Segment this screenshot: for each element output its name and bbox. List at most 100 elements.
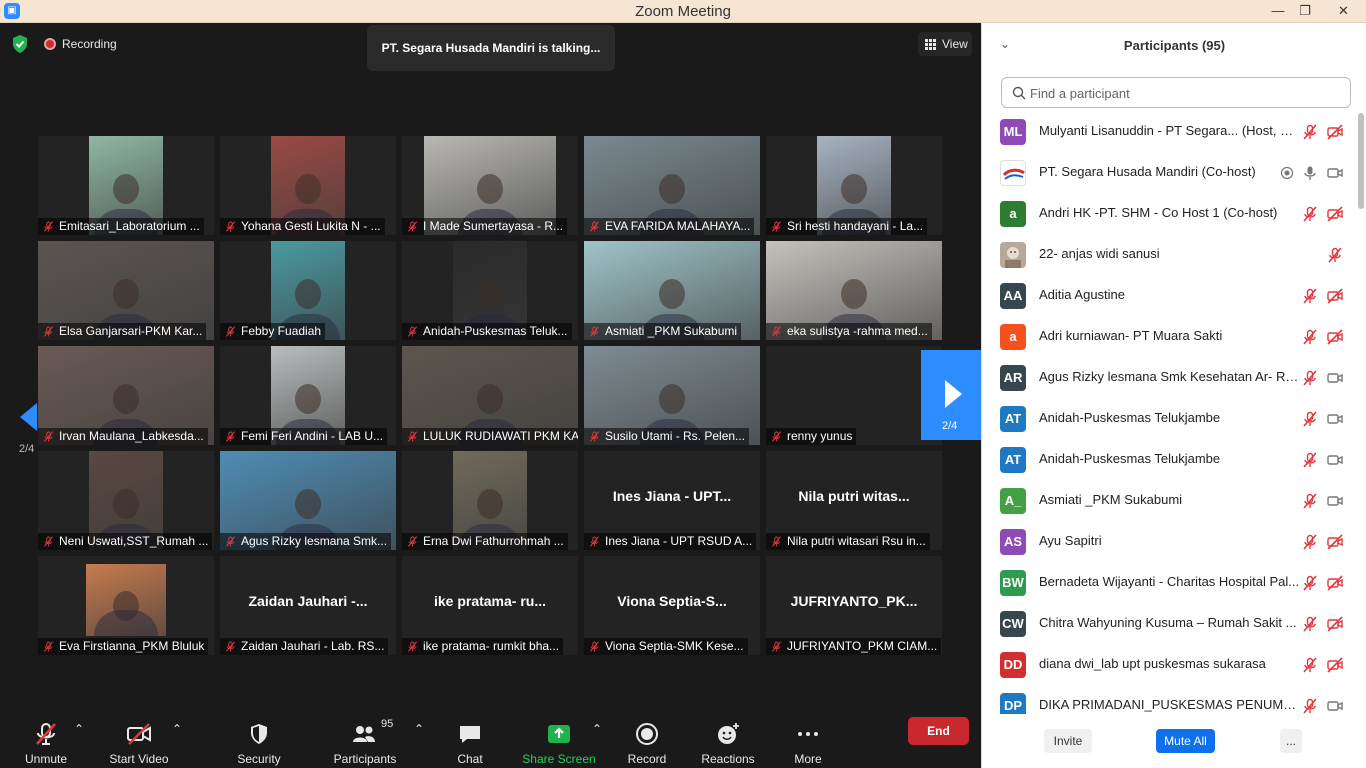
video-camera-icon[interactable] bbox=[1327, 452, 1343, 468]
video-tile[interactable]: Asmiati _PKM Sukabumi bbox=[584, 241, 760, 340]
more-button[interactable]: More bbox=[784, 718, 832, 766]
share-screen-button[interactable]: Share Screen bbox=[520, 718, 598, 766]
share-options-caret[interactable]: ⌃ bbox=[592, 722, 602, 768]
microphone-muted-icon[interactable] bbox=[1302, 657, 1318, 673]
maximize-button[interactable]: ❐ bbox=[1290, 0, 1320, 22]
participant-row[interactable]: AR Agus Rizky lesmana Smk Kesehatan Ar- R… bbox=[982, 357, 1354, 398]
security-button[interactable]: Security bbox=[228, 718, 290, 766]
video-camera-off-icon[interactable] bbox=[1327, 206, 1343, 222]
participant-row[interactable]: DD diana dwi_lab upt puskesmas sukarasa bbox=[982, 644, 1354, 685]
video-tile[interactable]: Erna Dwi Fathurrohmah ... bbox=[402, 451, 578, 550]
mute-all-button[interactable]: Mute All bbox=[1156, 729, 1215, 753]
minimize-button[interactable]: — bbox=[1263, 0, 1293, 22]
video-tile[interactable]: Viona Septia-S... Viona Septia-SMK Kese..… bbox=[584, 556, 760, 655]
participant-row[interactable]: AA Aditia Agustine bbox=[982, 275, 1354, 316]
participant-row[interactable]: ML Mulyanti Lisanuddin - PT Segara... (Ho… bbox=[982, 111, 1354, 152]
participant-row[interactable]: CW Chitra Wahyuning Kusuma – Rumah Sakit … bbox=[982, 603, 1354, 644]
video-camera-off-icon[interactable] bbox=[1327, 534, 1343, 550]
microphone-muted-icon[interactable] bbox=[1302, 370, 1318, 386]
video-tile[interactable]: Neni Uswati,SST_Rumah ... bbox=[38, 451, 214, 550]
video-camera-off-icon[interactable] bbox=[1327, 616, 1343, 632]
video-camera-icon[interactable] bbox=[1327, 165, 1343, 181]
start-video-button[interactable]: Start Video bbox=[104, 718, 174, 766]
participant-row[interactable]: A_ Asmiati _PKM Sukabumi bbox=[982, 480, 1354, 521]
video-camera-off-icon[interactable] bbox=[1327, 329, 1343, 345]
video-tile[interactable]: Susilo Utami - Rs. Pelen... bbox=[584, 346, 760, 445]
participant-row[interactable]: PT. Segara Husada Mandiri (Co-host) bbox=[982, 152, 1354, 193]
participant-row[interactable]: AS Ayu Sapitri bbox=[982, 521, 1354, 562]
microphone-muted-icon[interactable] bbox=[1302, 493, 1318, 509]
video-camera-off-icon[interactable] bbox=[1327, 575, 1343, 591]
view-label: View bbox=[942, 37, 968, 51]
video-camera-off-icon[interactable] bbox=[1327, 288, 1343, 304]
video-camera-icon[interactable] bbox=[1327, 698, 1343, 714]
unmute-button[interactable]: Unmute bbox=[14, 718, 78, 766]
participant-row[interactable]: AT Anidah-Puskesmas Telukjambe bbox=[982, 439, 1354, 480]
previous-page-button[interactable]: 2/4 bbox=[10, 373, 50, 463]
video-tile[interactable]: renny yunus bbox=[766, 346, 942, 445]
video-tile[interactable]: Febby Fuadiah bbox=[220, 241, 396, 340]
participant-row[interactable]: 22- anjas widi sanusi bbox=[982, 234, 1354, 275]
video-tile[interactable]: Anidah-Puskesmas Teluk... bbox=[402, 241, 578, 340]
microphone-muted-icon[interactable] bbox=[1302, 575, 1318, 591]
participant-list-scrollbar[interactable] bbox=[1357, 111, 1365, 711]
participant-row[interactable]: a Andri HK -PT. SHM - Co Host 1 (Co-host) bbox=[982, 193, 1354, 234]
video-tile[interactable]: eka sulistya -rahma med... bbox=[766, 241, 942, 340]
panel-more-button[interactable]: ... bbox=[1280, 729, 1302, 753]
participant-row[interactable]: DP DIKA PRIMADANI_PUSKESMAS PENUMPIN... bbox=[982, 685, 1354, 714]
video-tile[interactable]: Irvan Maulana_Labkesda... bbox=[38, 346, 214, 445]
participants-button[interactable]: 95 Participants bbox=[328, 718, 402, 766]
record-button[interactable]: Record bbox=[620, 718, 674, 766]
video-tile[interactable]: Agus Rizky lesmana Smk... bbox=[220, 451, 396, 550]
video-tile[interactable]: EVA FARIDA MALAHAYA... bbox=[584, 136, 760, 235]
participant-row[interactable]: AT Anidah-Puskesmas Telukjambe bbox=[982, 398, 1354, 439]
microphone-muted-icon[interactable] bbox=[1302, 698, 1318, 714]
video-tile[interactable]: Ines Jiana - UPT... Ines Jiana - UPT RSUD… bbox=[584, 451, 760, 550]
microphone-muted-icon[interactable] bbox=[1302, 124, 1318, 140]
invite-button[interactable]: Invite bbox=[1044, 729, 1092, 753]
shield-icon[interactable] bbox=[11, 34, 29, 54]
microphone-muted-icon[interactable] bbox=[1302, 206, 1318, 222]
microphone-muted-icon[interactable] bbox=[1302, 534, 1318, 550]
microphone-muted-icon[interactable] bbox=[1302, 411, 1318, 427]
microphone-muted-icon[interactable] bbox=[1302, 616, 1318, 632]
share-screen-label: Share Screen bbox=[522, 752, 596, 766]
microphone-icon[interactable] bbox=[1302, 165, 1318, 181]
microphone-muted-icon[interactable] bbox=[1302, 288, 1318, 304]
participant-row[interactable]: a Adri kurniawan- PT Muara Sakti bbox=[982, 316, 1354, 357]
video-tile[interactable]: Elsa Ganjarsari-PKM Kar... bbox=[38, 241, 214, 340]
video-camera-icon[interactable] bbox=[1327, 411, 1343, 427]
participant-row[interactable]: BW Bernadeta Wijayanti - Charitas Hospita… bbox=[982, 562, 1354, 603]
reactions-button[interactable]: Reactions bbox=[698, 718, 758, 766]
video-tile[interactable]: Femi Feri Andini - LAB U... bbox=[220, 346, 396, 445]
video-tile[interactable]: JUFRIYANTO_PK... JUFRIYANTO_PKM CIAM... bbox=[766, 556, 942, 655]
view-button[interactable]: View bbox=[918, 32, 972, 56]
video-camera-icon[interactable] bbox=[1327, 493, 1343, 509]
video-tile[interactable]: Zaidan Jauhari -... Zaidan Jauhari - Lab.… bbox=[220, 556, 396, 655]
video-tile[interactable]: Sri hesti handayani - La... bbox=[766, 136, 942, 235]
chat-button[interactable]: Chat bbox=[448, 718, 492, 766]
video-camera-icon[interactable] bbox=[1327, 370, 1343, 386]
audio-options-caret[interactable]: ⌃ bbox=[74, 722, 84, 768]
search-input[interactable] bbox=[1030, 83, 1330, 103]
video-tile[interactable]: ike pratama- ru... ike pratama- rumkit bh… bbox=[402, 556, 578, 655]
recording-indicator[interactable]: Recording bbox=[44, 36, 117, 52]
microphone-muted-icon[interactable] bbox=[1327, 247, 1343, 263]
microphone-muted-icon[interactable] bbox=[1302, 452, 1318, 468]
participants-options-caret[interactable]: ⌃ bbox=[414, 722, 424, 768]
video-tile[interactable]: Emitasari_Laboratorium ... bbox=[38, 136, 214, 235]
video-tile[interactable]: I Made Sumertayasa - R... bbox=[402, 136, 578, 235]
video-options-caret[interactable]: ⌃ bbox=[172, 722, 182, 768]
video-camera-off-icon[interactable] bbox=[1327, 657, 1343, 673]
next-page-button[interactable]: 2/4 bbox=[921, 350, 981, 440]
end-meeting-button[interactable]: End bbox=[908, 717, 969, 745]
scrollbar-thumb[interactable] bbox=[1358, 113, 1364, 209]
video-tile[interactable]: LULUK RUDIAWATI PKM KA... bbox=[402, 346, 578, 445]
microphone-muted-icon[interactable] bbox=[1302, 329, 1318, 345]
close-button[interactable]: ✕ bbox=[1321, 0, 1366, 22]
video-tile[interactable]: Yohana Gesti Lukita N - ... bbox=[220, 136, 396, 235]
video-camera-off-icon[interactable] bbox=[1327, 124, 1343, 140]
record-icon bbox=[636, 723, 658, 745]
video-tile[interactable]: Nila putri witas... Nila putri witasari R… bbox=[766, 451, 942, 550]
video-tile[interactable]: Eva Firstianna_PKM Bluluk bbox=[38, 556, 214, 655]
